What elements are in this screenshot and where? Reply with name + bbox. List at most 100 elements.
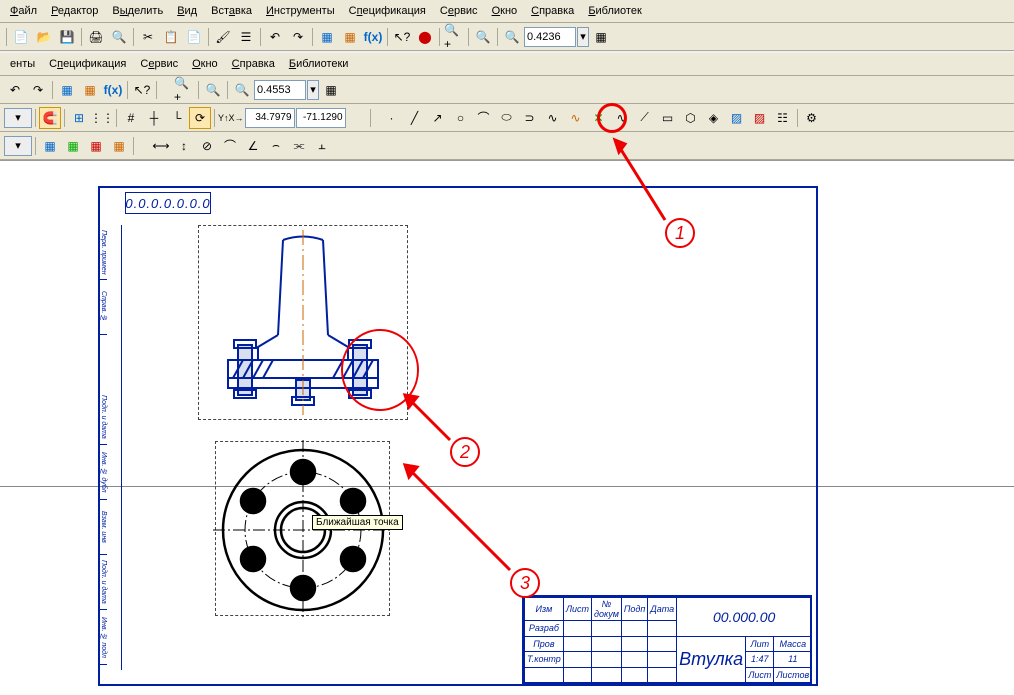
dim-angle-icon[interactable]: ∠: [242, 135, 264, 157]
fx-icon[interactable]: f(x): [362, 26, 384, 48]
separator: [260, 28, 261, 46]
stop-icon[interactable]: ⬤: [414, 26, 436, 48]
polyline-icon[interactable]: ⟋: [634, 107, 656, 129]
print-icon[interactable]: 🖨: [85, 26, 107, 48]
contour-icon[interactable]: ◈: [703, 107, 725, 129]
redo2-icon[interactable]: ↷: [27, 79, 49, 101]
menu-editor[interactable]: Редактор: [45, 2, 104, 20]
dim-chain-icon[interactable]: ⫘: [288, 135, 310, 157]
menu-spec[interactable]: Спецификация: [343, 2, 432, 20]
menu-tools[interactable]: Инструменты: [260, 2, 341, 20]
menu-window[interactable]: Окно: [486, 2, 524, 20]
undo2-icon[interactable]: ↶: [4, 79, 26, 101]
dim-radius-icon[interactable]: ⌒: [219, 135, 241, 157]
coord-y-input[interactable]: [296, 108, 346, 128]
coord-x-input[interactable]: [245, 108, 295, 128]
menu-service[interactable]: Сервис: [434, 2, 484, 20]
line-icon[interactable]: ╱: [404, 107, 426, 129]
menu-lib2[interactable]: Библиотеки: [283, 55, 355, 73]
circle-icon[interactable]: ○: [450, 107, 472, 129]
separator: [156, 81, 157, 99]
spline-icon[interactable]: ∿: [542, 107, 564, 129]
style-dropdown-icon[interactable]: ▾: [4, 136, 32, 156]
tree2-icon[interactable]: ▦: [79, 79, 101, 101]
nurbs-icon[interactable]: ∿: [611, 107, 633, 129]
dim-auto-icon[interactable]: ⫠: [311, 135, 333, 157]
help-cursor2-icon[interactable]: ↖?: [131, 79, 153, 101]
zoom-level-input2[interactable]: [254, 80, 306, 100]
fx2-icon[interactable]: f(x): [102, 79, 124, 101]
dim-height-icon[interactable]: ↕: [173, 135, 195, 157]
doc-number-box: 0.0.0.0.0.0.0: [125, 192, 211, 214]
polygon-icon[interactable]: ⬡: [680, 107, 702, 129]
zoom-level-input[interactable]: [524, 27, 576, 47]
dim-diameter-icon[interactable]: ⊘: [196, 135, 218, 157]
grid-dots-icon[interactable]: ⋮⋮: [91, 107, 113, 129]
axis-icon[interactable]: ┼: [143, 107, 165, 129]
grid-hash-icon[interactable]: #: [120, 107, 142, 129]
help-cursor-icon[interactable]: ↖?: [391, 26, 413, 48]
redo-icon[interactable]: ↷: [287, 26, 309, 48]
new-icon[interactable]: 📄: [10, 26, 32, 48]
properties-icon[interactable]: ☰: [235, 26, 257, 48]
menu-spec2[interactable]: Спецификация: [43, 55, 132, 73]
copy-icon[interactable]: 📋: [160, 26, 182, 48]
brush-icon[interactable]: 🖌: [212, 26, 234, 48]
arc-icon[interactable]: ⌒: [473, 107, 495, 129]
zoom-dropdown2-icon[interactable]: ▾: [307, 80, 319, 100]
menu-insert[interactable]: Вставка: [205, 2, 258, 20]
menu-file[interactable]: ФФайлайл: [4, 2, 43, 20]
menu-view[interactable]: Вид: [171, 2, 203, 20]
preview-icon[interactable]: 🔍: [108, 26, 130, 48]
menu-window2[interactable]: Окно: [186, 55, 224, 73]
menu-fragment[interactable]: енты: [4, 55, 41, 73]
snap-magnet-icon[interactable]: 🧲: [39, 107, 61, 129]
save-icon[interactable]: 💾: [56, 26, 78, 48]
grid-icon[interactable]: ⊞: [68, 107, 90, 129]
ellipse-icon[interactable]: ⬭: [496, 107, 518, 129]
assembly-icon[interactable]: ⚙: [801, 107, 823, 129]
rectangle-icon[interactable]: ▭: [657, 107, 679, 129]
zoom-in2-icon[interactable]: 🔍+: [173, 79, 195, 101]
open-icon[interactable]: 📂: [33, 26, 55, 48]
undo-icon[interactable]: ↶: [264, 26, 286, 48]
zoom-dropdown-icon[interactable]: ▾: [577, 27, 589, 47]
cut-icon[interactable]: ✂: [137, 26, 159, 48]
ellipse-arc-icon[interactable]: ⊃: [519, 107, 541, 129]
app1-icon[interactable]: ▦: [39, 135, 61, 157]
point-icon[interactable]: ·: [381, 107, 403, 129]
app2-icon[interactable]: ▦: [62, 135, 84, 157]
round-icon[interactable]: ⟳: [189, 107, 211, 129]
tree-icon[interactable]: ▦: [339, 26, 361, 48]
manager-icon[interactable]: ▦: [316, 26, 338, 48]
break-icon[interactable]: ✕: [588, 107, 610, 129]
refresh2-icon[interactable]: ▦: [320, 79, 342, 101]
dim-linear-icon[interactable]: ⟷: [150, 135, 172, 157]
zoom-fit2-icon[interactable]: 🔍: [202, 79, 224, 101]
separator: [35, 137, 36, 155]
zoom-window2-icon[interactable]: 🔍: [231, 79, 253, 101]
hatch-icon[interactable]: ▨: [726, 107, 748, 129]
fill-icon[interactable]: ▨: [749, 107, 771, 129]
ortho-icon[interactable]: └: [166, 107, 188, 129]
app3-icon[interactable]: ▦: [85, 135, 107, 157]
equidistant-icon[interactable]: ☷: [772, 107, 794, 129]
zoom-fit-icon[interactable]: 🔍: [472, 26, 494, 48]
title-block: ИзмЛист№ докумПодпДата 00.000.00 Разраб …: [522, 595, 812, 685]
menu-help2[interactable]: Справка: [226, 55, 281, 73]
refresh-icon[interactable]: ▦: [590, 26, 612, 48]
menu-service2[interactable]: Сервис: [134, 55, 184, 73]
zoom-in-icon[interactable]: 🔍+: [443, 26, 465, 48]
manager2-icon[interactable]: ▦: [56, 79, 78, 101]
menu-select[interactable]: Выделить: [106, 2, 169, 20]
dim-arc-icon[interactable]: ⌢: [265, 135, 287, 157]
layer-dropdown-icon[interactable]: ▾: [4, 108, 32, 128]
separator: [797, 109, 798, 127]
menu-help[interactable]: Справка: [525, 2, 580, 20]
paste-icon[interactable]: 📄: [183, 26, 205, 48]
menu-lib[interactable]: Библиотек: [582, 2, 647, 20]
bezier-icon[interactable]: ∿: [565, 107, 587, 129]
line-arrow-icon[interactable]: ↗: [427, 107, 449, 129]
zoom-window-icon[interactable]: 🔍: [501, 26, 523, 48]
app4-icon[interactable]: ▦: [108, 135, 130, 157]
